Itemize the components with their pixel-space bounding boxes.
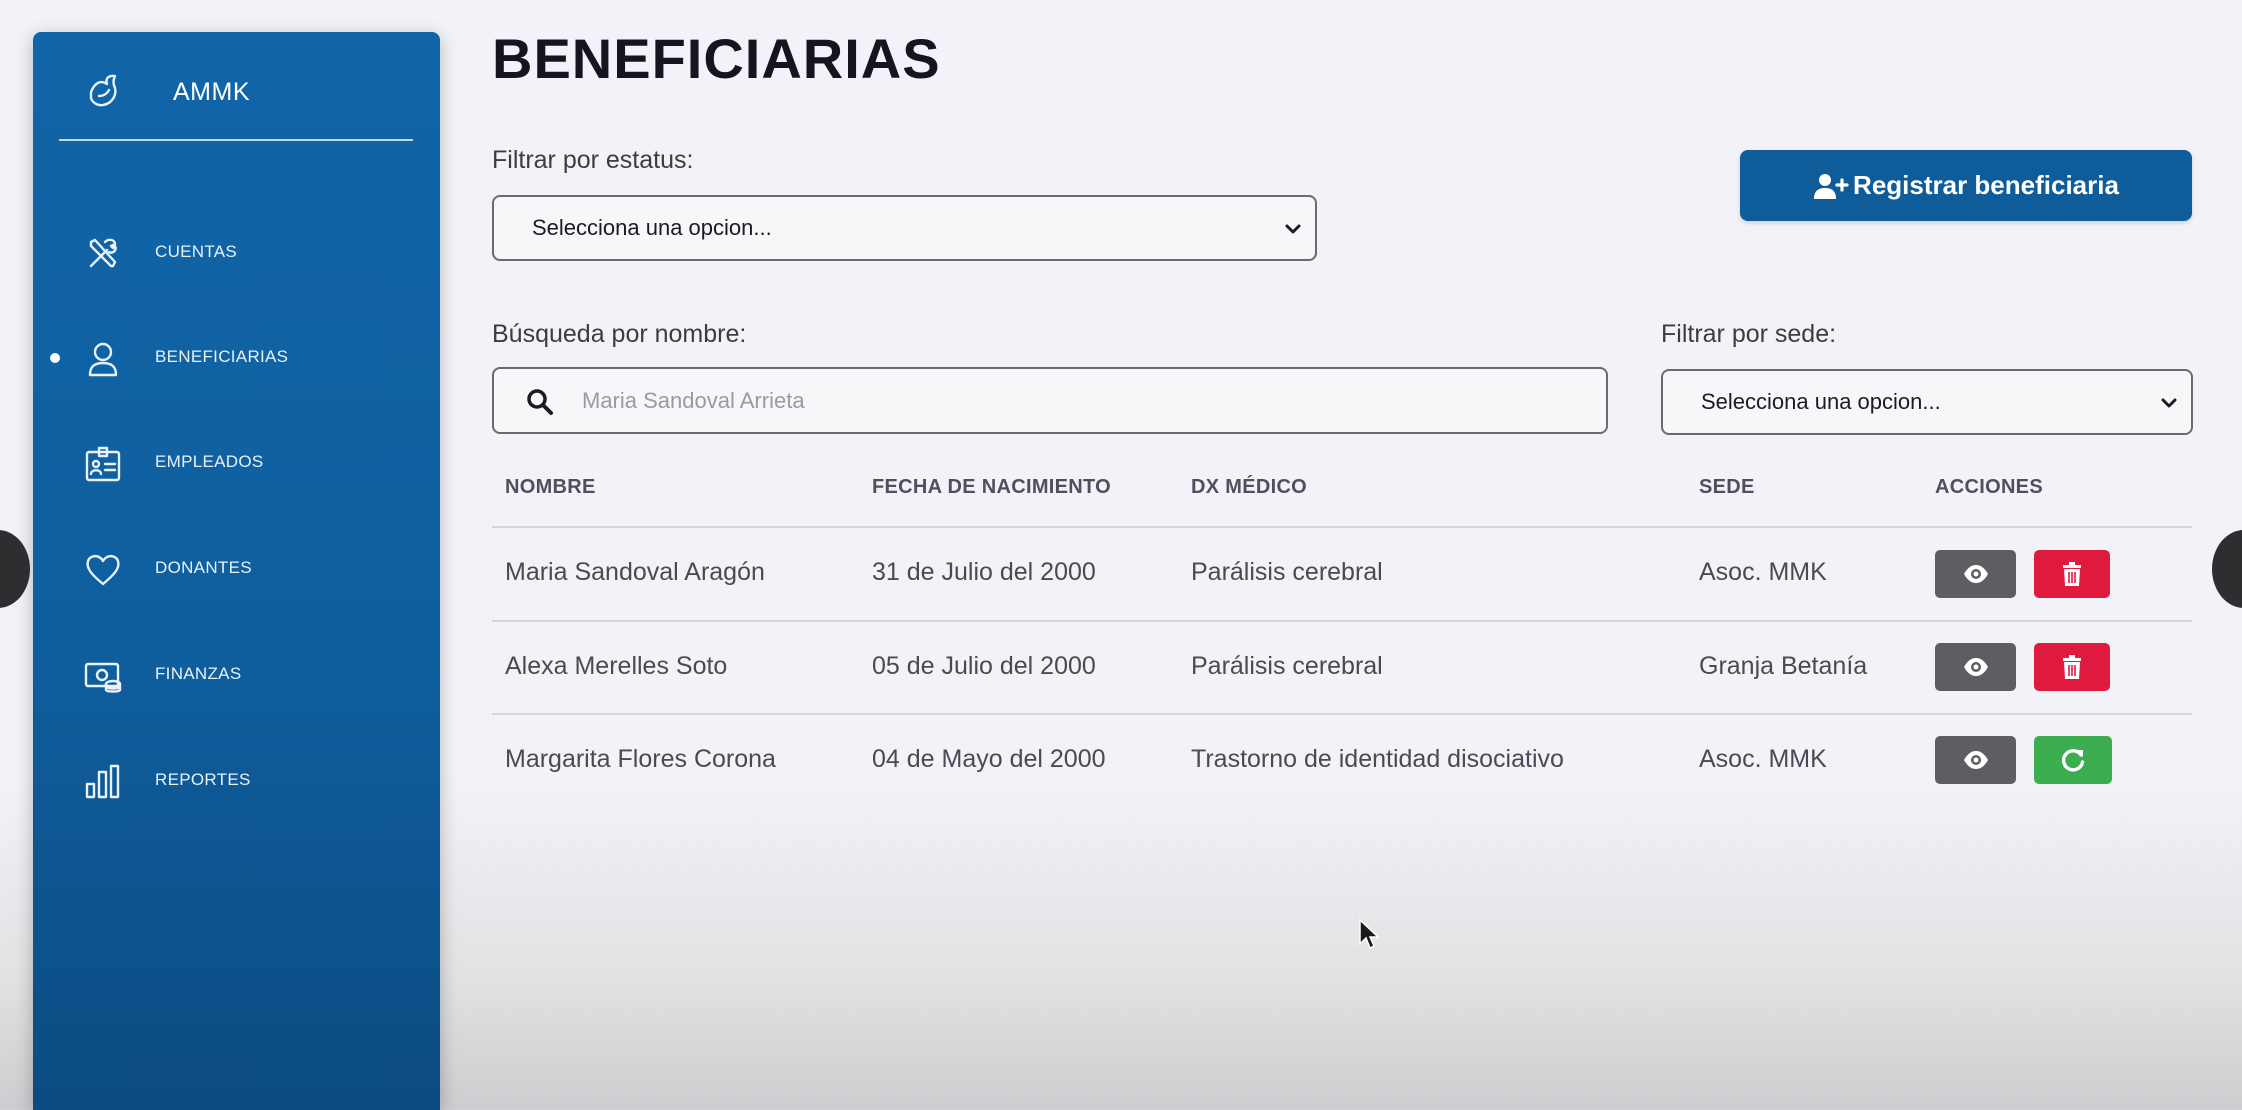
column-header-dx: DX MÉDICO xyxy=(1191,476,1308,498)
sidebar-item-finanzas[interactable]: FINANZAS xyxy=(33,642,440,706)
sidebar: AMMK CUENTAS BENEFICIARIAS EMPLEADOS DON… xyxy=(33,32,440,1110)
sede-filter-value: Selecciona una opcion... xyxy=(1701,389,1941,414)
cell-fecha: 05 de Julio del 2000 xyxy=(872,652,1096,680)
column-header-fecha: FECHA DE NACIMIENTO xyxy=(872,476,1112,498)
cell-sede: Asoc. MMK xyxy=(1699,558,1827,586)
sidebar-item-label: EMPLEADOS xyxy=(155,452,264,471)
sidebar-item-reportes[interactable]: REPORTES xyxy=(33,748,440,812)
sidebar-item-label: CUENTAS xyxy=(155,242,238,261)
register-beneficiaria-button[interactable]: Registrar beneficiaria xyxy=(1740,150,2192,221)
active-indicator xyxy=(50,353,60,363)
chevron-down-icon xyxy=(2161,398,2177,408)
search-field[interactable] xyxy=(492,367,1608,434)
trash-icon xyxy=(2063,562,2081,586)
money-icon xyxy=(84,662,122,693)
view-button[interactable] xyxy=(1935,550,2016,598)
delete-button[interactable] xyxy=(2034,550,2110,598)
dove-logo-icon xyxy=(89,74,117,107)
id-card-icon xyxy=(85,446,121,482)
eye-icon xyxy=(1963,751,1988,769)
tools-icon xyxy=(89,238,117,268)
cell-nombre: Margarita Flores Corona xyxy=(505,745,776,773)
sidebar-item-label: FINANZAS xyxy=(155,664,242,683)
register-button-label: Registrar beneficiaria xyxy=(1853,170,2119,200)
user-plus-icon xyxy=(1814,173,1849,199)
sidebar-item-beneficiarias[interactable]: BENEFICIARIAS xyxy=(33,325,440,389)
brand[interactable]: AMMK xyxy=(85,68,250,116)
sidebar-item-empleados[interactable]: EMPLEADOS xyxy=(33,430,440,494)
search-label: Búsqueda por nombre: xyxy=(492,320,747,348)
sidebar-item-label: BENEFICIARIAS xyxy=(155,347,289,366)
sede-filter-label: Filtrar por sede: xyxy=(1661,320,1837,348)
eye-icon xyxy=(1963,565,1988,583)
cell-fecha: 04 de Mayo del 2000 xyxy=(872,745,1106,773)
previous-slide-button[interactable] xyxy=(0,530,30,608)
cell-sede: Granja Betanía xyxy=(1699,652,1868,680)
row-divider xyxy=(492,713,2192,715)
status-filter-select[interactable]: Selecciona una opcion... xyxy=(492,195,1317,261)
cell-dx: Trastorno de identidad disociativo xyxy=(1191,745,1564,773)
cell-nombre: Alexa Merelles Soto xyxy=(505,652,728,680)
brand-name: AMMK xyxy=(173,77,250,106)
search-input[interactable] xyxy=(582,379,1562,423)
column-header-sede: SEDE xyxy=(1699,476,1755,498)
bar-chart-icon xyxy=(85,764,120,799)
page-title: BENEFICIARIAS xyxy=(492,27,941,90)
row-divider xyxy=(492,526,2192,528)
mouse-pointer-icon xyxy=(1359,918,1380,950)
sidebar-item-label: DONANTES xyxy=(155,558,252,577)
row-divider xyxy=(492,620,2192,622)
view-button[interactable] xyxy=(1935,643,2016,691)
sidebar-item-cuentas[interactable]: CUENTAS xyxy=(33,220,440,284)
sede-filter-select[interactable]: Selecciona una opcion... xyxy=(1661,369,2193,435)
cell-dx: Parálisis cerebral xyxy=(1191,558,1383,586)
view-button[interactable] xyxy=(1935,736,2016,784)
restore-button[interactable] xyxy=(2034,736,2112,784)
sidebar-item-label: REPORTES xyxy=(155,770,251,789)
column-header-nombre: NOMBRE xyxy=(505,476,596,498)
column-header-acciones: ACCIONES xyxy=(1935,476,2043,498)
sidebar-item-donantes[interactable]: DONANTES xyxy=(33,536,440,600)
user-icon xyxy=(88,342,118,377)
status-filter-label: Filtrar por estatus: xyxy=(492,146,694,174)
eye-icon xyxy=(1963,658,1988,676)
brand-divider xyxy=(59,139,413,141)
search-icon xyxy=(527,389,553,415)
trash-icon xyxy=(2063,655,2081,679)
heart-icon xyxy=(86,554,120,586)
next-slide-button[interactable] xyxy=(2212,530,2242,608)
refresh-icon xyxy=(2061,749,2085,772)
chevron-down-icon xyxy=(1285,224,1301,234)
cell-fecha: 31 de Julio del 2000 xyxy=(872,558,1096,586)
cell-sede: Asoc. MMK xyxy=(1699,745,1827,773)
cell-nombre: Maria Sandoval Aragón xyxy=(505,558,765,586)
status-filter-value: Selecciona una opcion... xyxy=(532,215,772,240)
cell-dx: Parálisis cerebral xyxy=(1191,652,1383,680)
delete-button[interactable] xyxy=(2034,643,2110,691)
